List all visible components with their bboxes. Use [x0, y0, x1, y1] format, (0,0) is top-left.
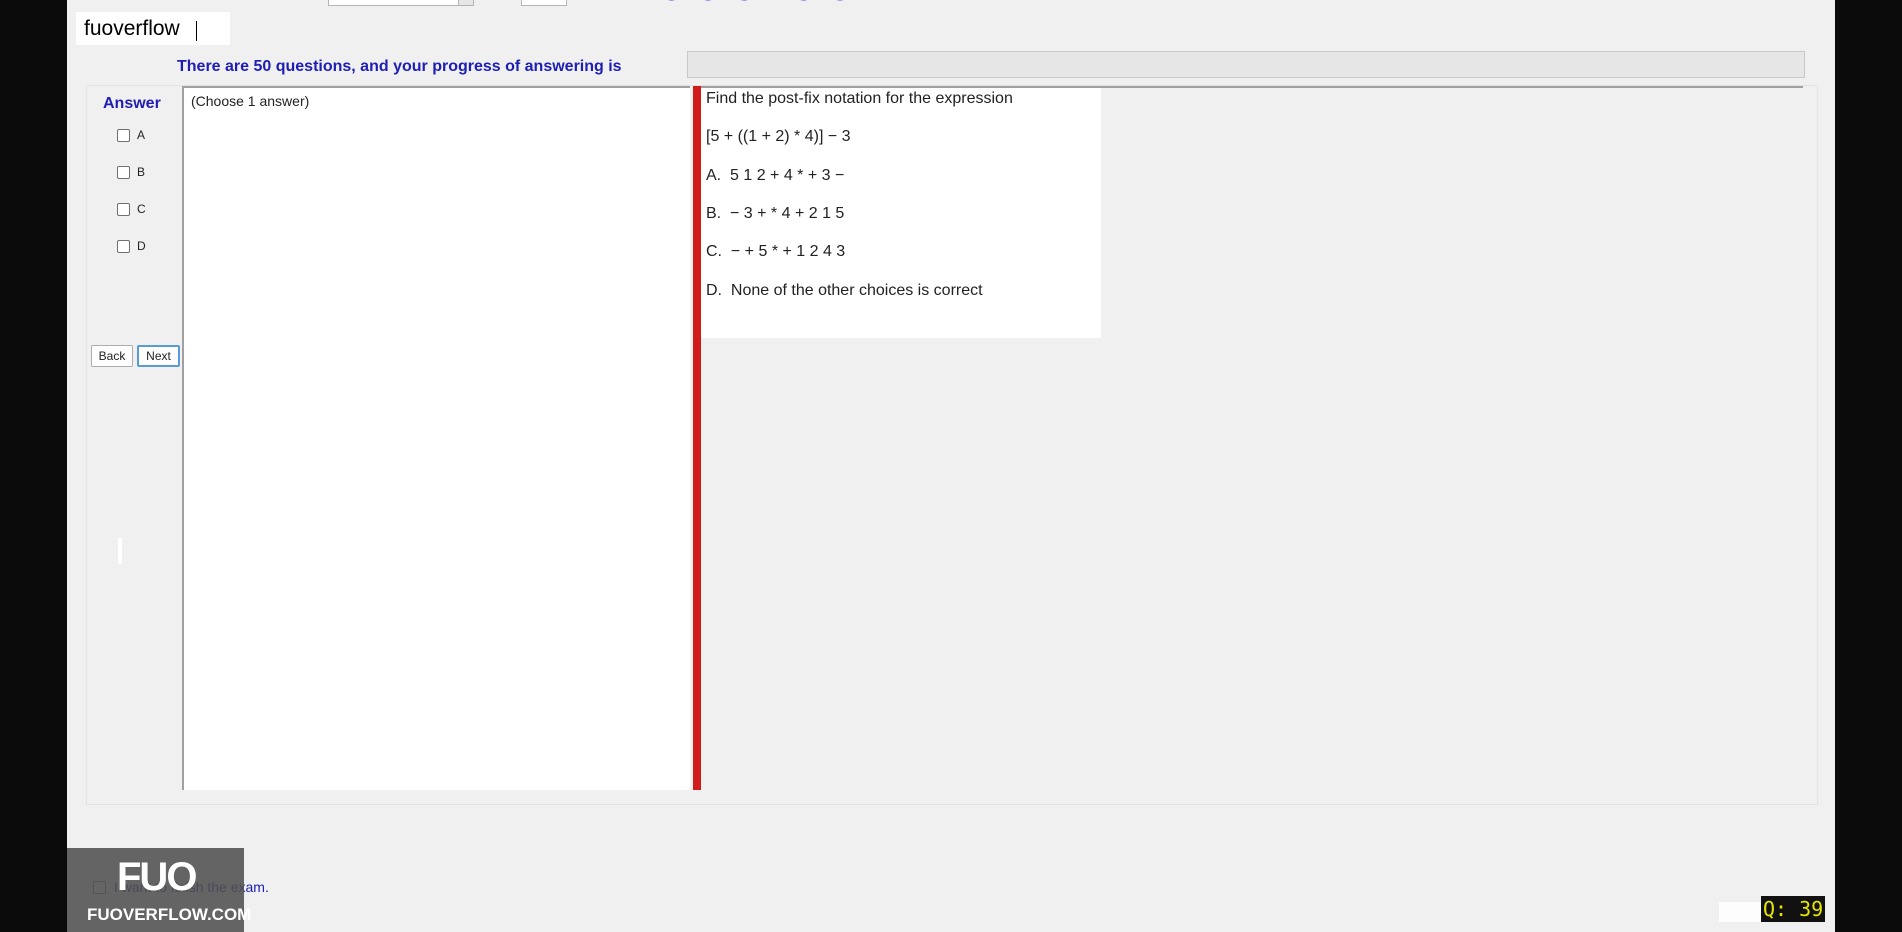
progress-bar [687, 51, 1805, 78]
choice-c: C. − + 5 * + 1 2 4 3 [706, 243, 846, 260]
checkbox-a[interactable] [117, 128, 130, 142]
exam-timer: 000:00 [655, 0, 860, 10]
answer-heading: Answer [103, 95, 161, 112]
counter-backdrop [1719, 902, 1761, 922]
option-label-d: D [137, 239, 146, 253]
choice-d: D. None of the other choices is correct [706, 282, 983, 299]
option-label-a: A [137, 128, 146, 142]
checkbox-c[interactable] [117, 202, 130, 216]
question-expression: [5 + ((1 + 2) * 4)] − 3 [706, 128, 851, 145]
answer-option-d[interactable]: D [117, 237, 146, 255]
top-small-box[interactable] [521, 0, 567, 6]
brand-label: fuoverflow [84, 17, 180, 40]
progress-label: There are 50 questions, and your progres… [177, 58, 622, 75]
answer-hint: (Choose 1 answer) [191, 93, 310, 109]
answer-text-pane[interactable] [182, 86, 690, 790]
choice-b: B. − 3 + * 4 + 2 1 5 [706, 205, 845, 222]
option-label-b: B [137, 165, 146, 179]
choice-a: A. 5 1 2 + 4 * + 3 − [706, 167, 845, 184]
logo-text: FUOVERFLOW.COM [87, 905, 252, 924]
answer-option-b[interactable]: B [117, 163, 145, 181]
question-stem: Find the post-fix notation for the expre… [706, 90, 1013, 107]
exam-window: 000:00 fuoverflow There are 50 questions… [67, 0, 1835, 932]
pane-splitter[interactable] [693, 86, 701, 790]
top-combo-box[interactable] [328, 0, 474, 6]
text-caret [196, 21, 197, 41]
answer-option-a[interactable]: A [117, 126, 145, 144]
logo-mark: FUO [117, 855, 197, 899]
decorative-mark [118, 538, 122, 564]
back-button[interactable]: Back [91, 345, 133, 367]
option-label-c: C [137, 202, 146, 216]
checkbox-b[interactable] [117, 165, 130, 179]
answer-option-c[interactable]: C [117, 200, 146, 218]
question-counter: Q: 39 [1761, 896, 1826, 922]
next-button[interactable]: Next [137, 345, 180, 367]
checkbox-d[interactable] [117, 239, 130, 253]
